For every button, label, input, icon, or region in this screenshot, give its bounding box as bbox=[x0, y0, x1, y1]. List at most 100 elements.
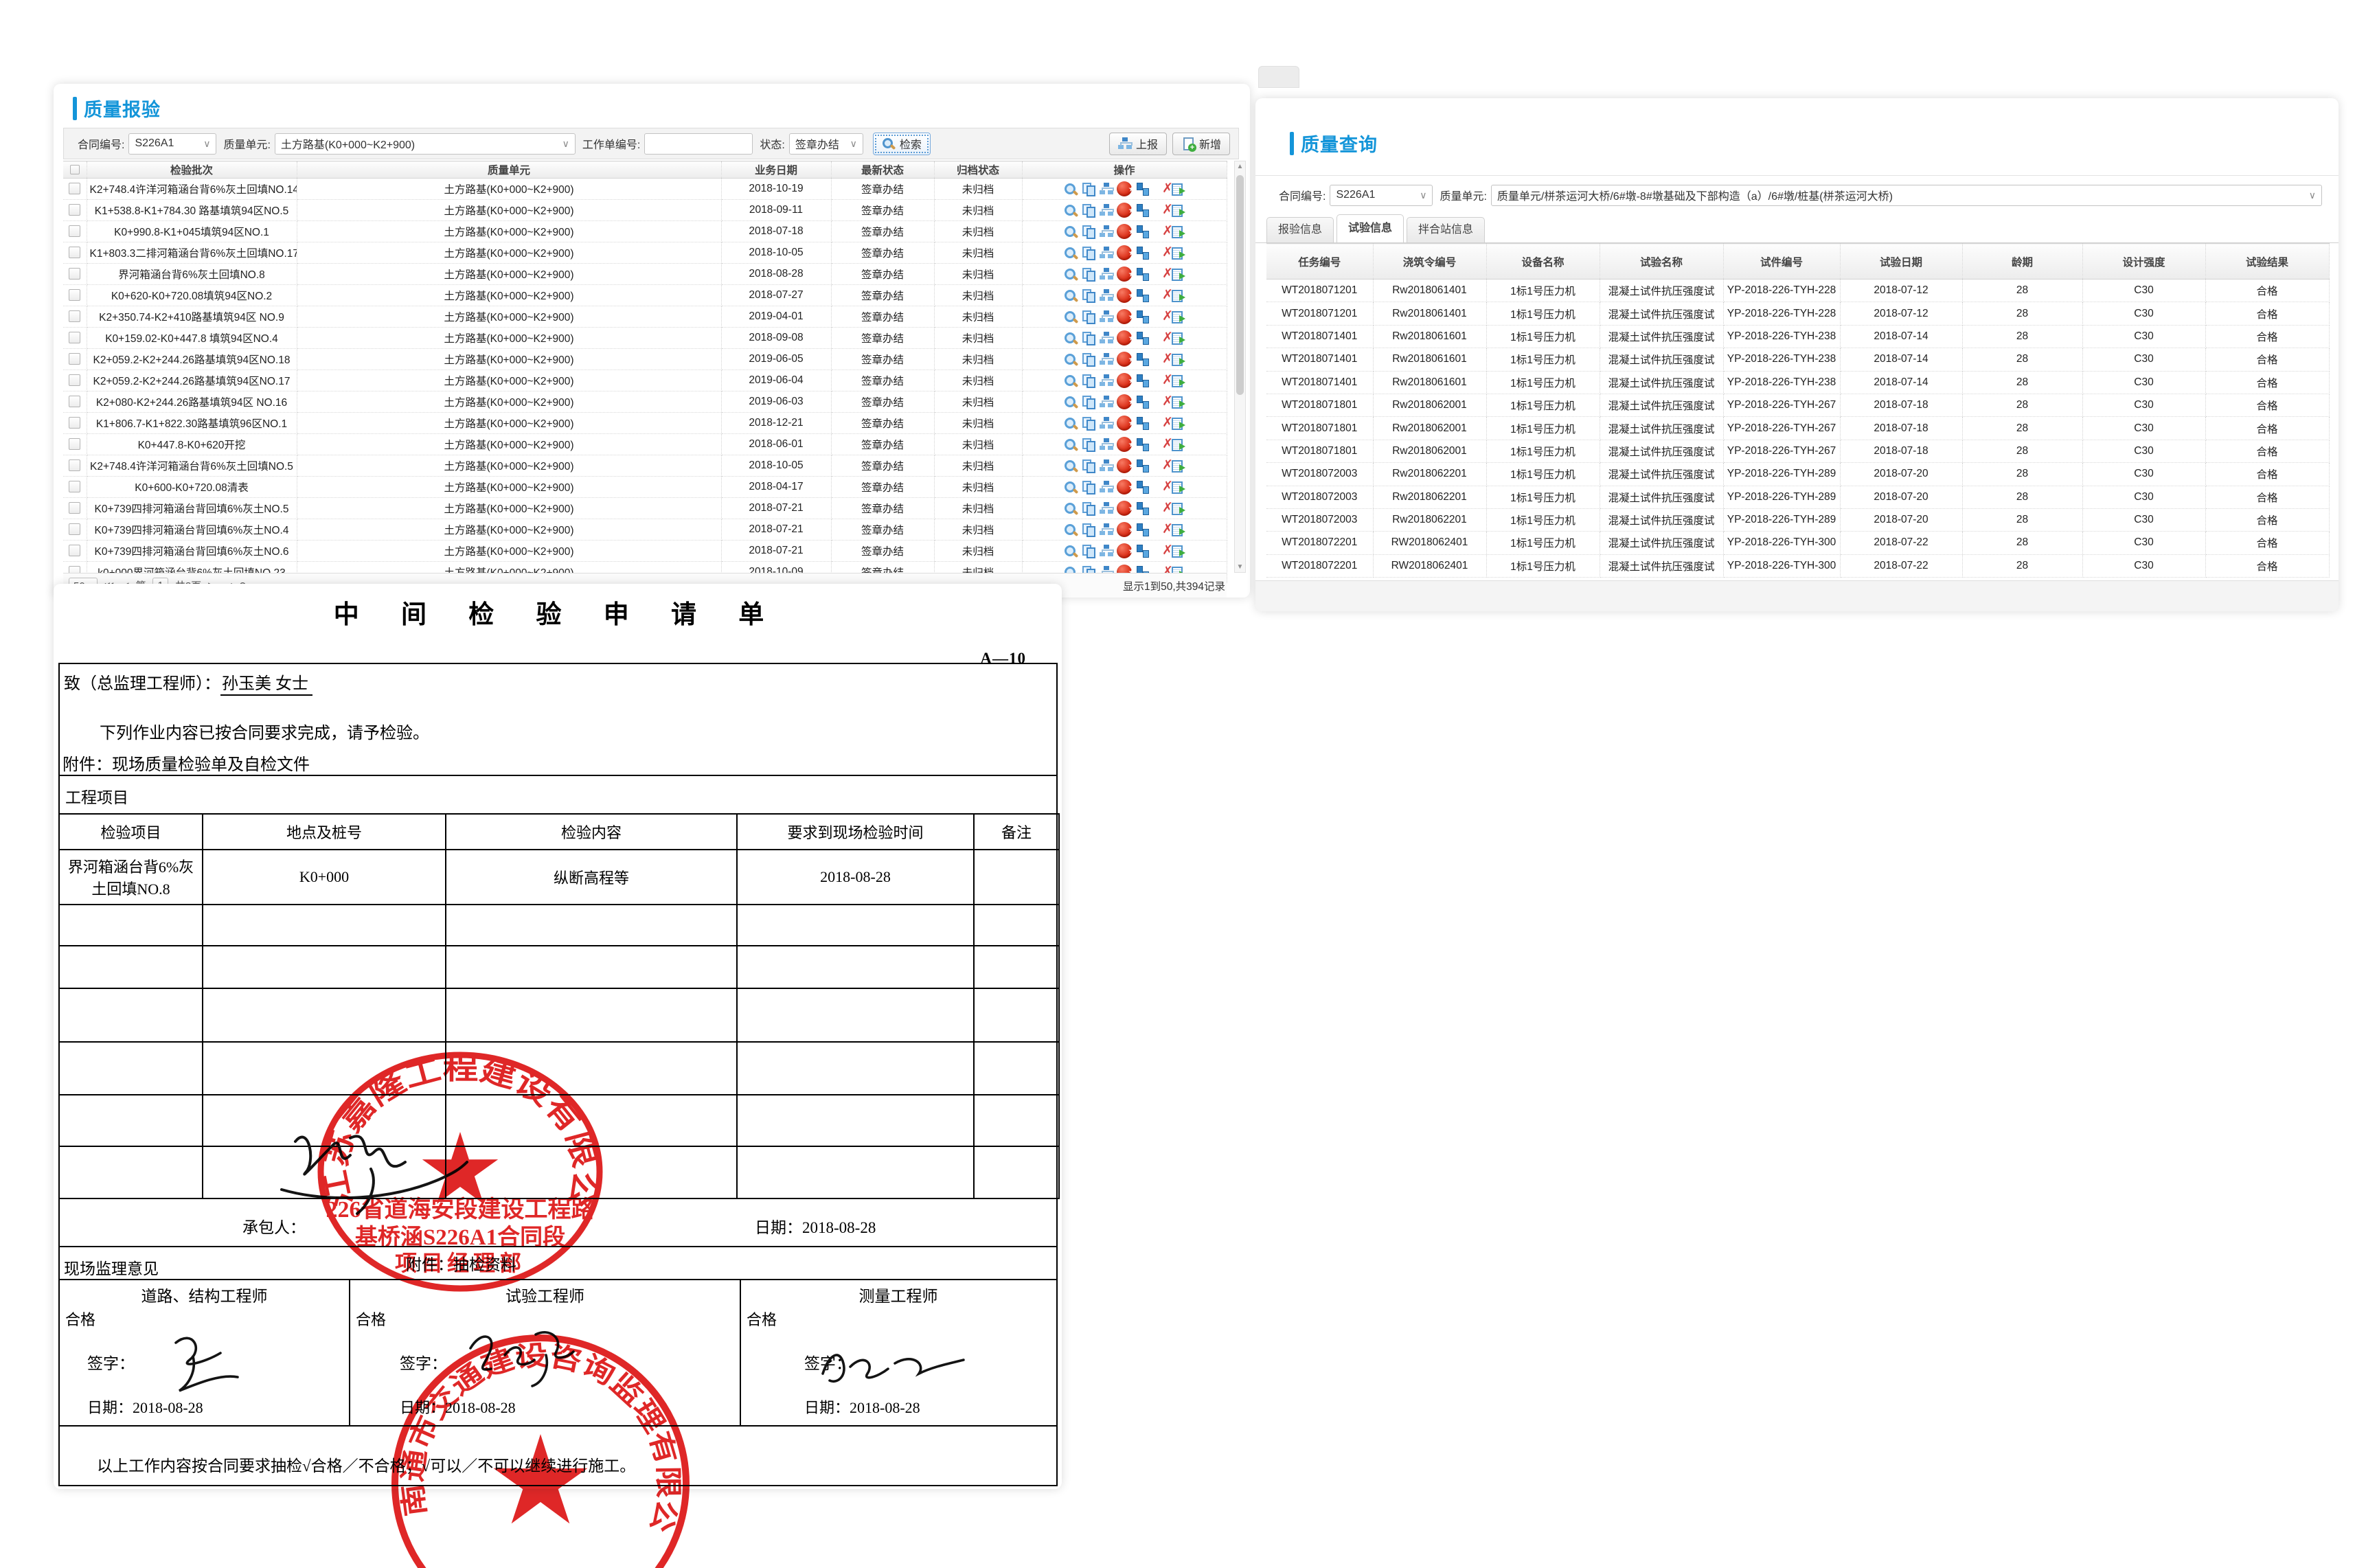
test-table-row[interactable]: WT2018072003Rw20180622011标1号压力机混凝土试件抗压强度… bbox=[1266, 463, 2329, 486]
row-checkbox-cell[interactable] bbox=[63, 285, 87, 306]
select-all-header[interactable] bbox=[63, 161, 87, 179]
row-checkbox-cell[interactable] bbox=[63, 179, 87, 200]
export-icon[interactable] bbox=[1170, 416, 1185, 431]
org-chart-icon[interactable] bbox=[1099, 479, 1114, 495]
row-checkbox[interactable] bbox=[69, 353, 80, 365]
row-checkbox[interactable] bbox=[69, 374, 80, 386]
row-checkbox[interactable] bbox=[69, 204, 80, 216]
batch-cell[interactable]: K2+059.2-K2+244.26路基填筑94区NO.17 bbox=[87, 370, 297, 391]
delete-icon[interactable] bbox=[1152, 479, 1168, 495]
test-table-row[interactable]: WT2018071801Rw20180620011标1号压力机混凝土试件抗压强度… bbox=[1266, 394, 2329, 416]
unit-select[interactable]: 土方路基(K0+000~K2+900)∨ bbox=[275, 133, 576, 155]
batch-cell[interactable]: K0+739四排河箱涵台背回填6%灰土NO.5 bbox=[87, 498, 297, 519]
row-checkbox[interactable] bbox=[69, 417, 80, 429]
batch-cell[interactable]: K0+739四排河箱涵台背回填6%灰土NO.4 bbox=[87, 519, 297, 541]
inspection-table-row[interactable]: K2+748.4许洋河箱涵台背6%灰土回填NO.5 土方路基(K0+000~K2… bbox=[63, 455, 1227, 477]
row-checkbox[interactable] bbox=[69, 332, 80, 343]
workflow-icon[interactable] bbox=[1135, 352, 1150, 367]
workflow-icon[interactable] bbox=[1135, 543, 1150, 558]
org-chart-icon[interactable] bbox=[1099, 416, 1114, 431]
batch-cell[interactable]: K1+806.7-K1+822.30路基填筑96区NO.1 bbox=[87, 413, 297, 434]
row-checkbox[interactable] bbox=[69, 396, 80, 407]
tab-report-info[interactable]: 报验信息 bbox=[1266, 217, 1334, 242]
star-badge-icon[interactable] bbox=[1117, 522, 1132, 537]
view-icon[interactable] bbox=[1063, 437, 1078, 452]
star-badge-icon[interactable] bbox=[1117, 245, 1132, 260]
worksheet-input[interactable] bbox=[644, 133, 753, 155]
delete-icon[interactable] bbox=[1152, 288, 1168, 303]
export-icon[interactable] bbox=[1170, 501, 1185, 516]
row-checkbox-cell[interactable] bbox=[63, 306, 87, 328]
row-checkbox-cell[interactable] bbox=[63, 349, 87, 370]
inspection-table-row[interactable]: K0+159.02-K0+447.8 填筑94区NO.4 土方路基(K0+000… bbox=[63, 328, 1227, 349]
row-checkbox-cell[interactable] bbox=[63, 477, 87, 498]
batch-cell[interactable]: K0+159.02-K0+447.8 填筑94区NO.4 bbox=[87, 328, 297, 349]
workflow-icon[interactable] bbox=[1135, 330, 1150, 345]
star-badge-icon[interactable] bbox=[1117, 416, 1132, 431]
row-checkbox-cell[interactable] bbox=[63, 328, 87, 349]
inspection-table-row[interactable]: K0+600-K0+720.08清表 土方路基(K0+000~K2+900) 2… bbox=[63, 477, 1227, 498]
inspection-table-row[interactable]: K1+803.3二排河箱涵台背6%灰土回填NO.17 土方路基(K0+000~K… bbox=[63, 242, 1227, 264]
copy-icon[interactable] bbox=[1081, 288, 1096, 303]
inspection-table-row[interactable]: K0+620-K0+720.08填筑94区NO.2 土方路基(K0+000~K2… bbox=[63, 285, 1227, 306]
batch-cell[interactable]: K0+990.8-K1+045填筑94区NO.1 bbox=[87, 221, 297, 242]
row-checkbox[interactable] bbox=[69, 459, 80, 471]
export-icon[interactable] bbox=[1170, 437, 1185, 452]
star-badge-icon[interactable] bbox=[1117, 352, 1132, 367]
row-checkbox[interactable] bbox=[69, 183, 80, 194]
org-chart-icon[interactable] bbox=[1099, 543, 1114, 558]
star-badge-icon[interactable] bbox=[1117, 458, 1132, 473]
copy-icon[interactable] bbox=[1081, 224, 1096, 239]
export-icon[interactable] bbox=[1170, 309, 1185, 324]
row-checkbox[interactable] bbox=[69, 438, 80, 450]
workflow-icon[interactable] bbox=[1135, 224, 1150, 239]
delete-icon[interactable] bbox=[1152, 266, 1168, 282]
inspection-table-row[interactable]: K2+080-K2+244.26路基填筑94区 NO.16 土方路基(K0+00… bbox=[63, 391, 1227, 413]
star-badge-icon[interactable] bbox=[1117, 203, 1132, 218]
star-badge-icon[interactable] bbox=[1117, 288, 1132, 303]
inspection-table-row[interactable]: 界河箱涵台背6%灰土回填NO.8 土方路基(K0+000~K2+900) 201… bbox=[63, 264, 1227, 285]
view-icon[interactable] bbox=[1063, 394, 1078, 409]
org-chart-icon[interactable] bbox=[1099, 224, 1114, 239]
search-button[interactable]: 检索 bbox=[873, 133, 931, 155]
batch-cell[interactable]: K0+447.8-K0+620开挖 bbox=[87, 434, 297, 455]
org-chart-icon[interactable] bbox=[1099, 352, 1114, 367]
export-icon[interactable] bbox=[1170, 394, 1185, 409]
export-icon[interactable] bbox=[1170, 373, 1185, 388]
star-badge-icon[interactable] bbox=[1117, 373, 1132, 388]
org-chart-icon[interactable] bbox=[1099, 458, 1114, 473]
export-icon[interactable] bbox=[1170, 224, 1185, 239]
star-badge-icon[interactable] bbox=[1117, 330, 1132, 345]
export-icon[interactable] bbox=[1170, 245, 1185, 260]
copy-icon[interactable] bbox=[1081, 394, 1096, 409]
star-badge-icon[interactable] bbox=[1117, 224, 1132, 239]
scrollbar-thumb[interactable] bbox=[1236, 175, 1244, 395]
test-table-row[interactable]: WT2018071801Rw20180620011标1号压力机混凝土试件抗压强度… bbox=[1266, 440, 2329, 462]
workflow-icon[interactable] bbox=[1135, 373, 1150, 388]
copy-icon[interactable] bbox=[1081, 522, 1096, 537]
batch-cell[interactable]: K0+739四排河箱涵台背回填6%灰土NO.6 bbox=[87, 541, 297, 562]
batch-cell[interactable]: K2+748.4许洋河箱涵台背6%灰土回填NO.5 bbox=[87, 455, 297, 477]
workflow-icon[interactable] bbox=[1135, 309, 1150, 324]
inspection-table-row[interactable]: K2+059.2-K2+244.26路基填筑94区NO.17 土方路基(K0+0… bbox=[63, 370, 1227, 391]
workflow-icon[interactable] bbox=[1135, 437, 1150, 452]
org-chart-icon[interactable] bbox=[1099, 266, 1114, 282]
view-icon[interactable] bbox=[1063, 288, 1078, 303]
delete-icon[interactable] bbox=[1152, 224, 1168, 239]
scroll-down-icon[interactable]: ▼ bbox=[1235, 563, 1245, 571]
delete-icon[interactable] bbox=[1152, 245, 1168, 260]
star-badge-icon[interactable] bbox=[1117, 437, 1132, 452]
workflow-icon[interactable] bbox=[1135, 479, 1150, 495]
workflow-icon[interactable] bbox=[1135, 181, 1150, 196]
test-table-row[interactable]: WT2018071401Rw20180616011标1号压力机混凝土试件抗压强度… bbox=[1266, 371, 2329, 394]
workflow-icon[interactable] bbox=[1135, 266, 1150, 282]
export-icon[interactable] bbox=[1170, 203, 1185, 218]
star-badge-icon[interactable] bbox=[1117, 394, 1132, 409]
workflow-icon[interactable] bbox=[1135, 458, 1150, 473]
test-table-row[interactable]: WT2018071801Rw20180620011标1号压力机混凝土试件抗压强度… bbox=[1266, 417, 2329, 440]
export-icon[interactable] bbox=[1170, 352, 1185, 367]
workflow-icon[interactable] bbox=[1135, 394, 1150, 409]
batch-cell[interactable]: K2+080-K2+244.26路基填筑94区 NO.16 bbox=[87, 391, 297, 413]
org-chart-icon[interactable] bbox=[1099, 309, 1114, 324]
row-checkbox-cell[interactable] bbox=[63, 434, 87, 455]
